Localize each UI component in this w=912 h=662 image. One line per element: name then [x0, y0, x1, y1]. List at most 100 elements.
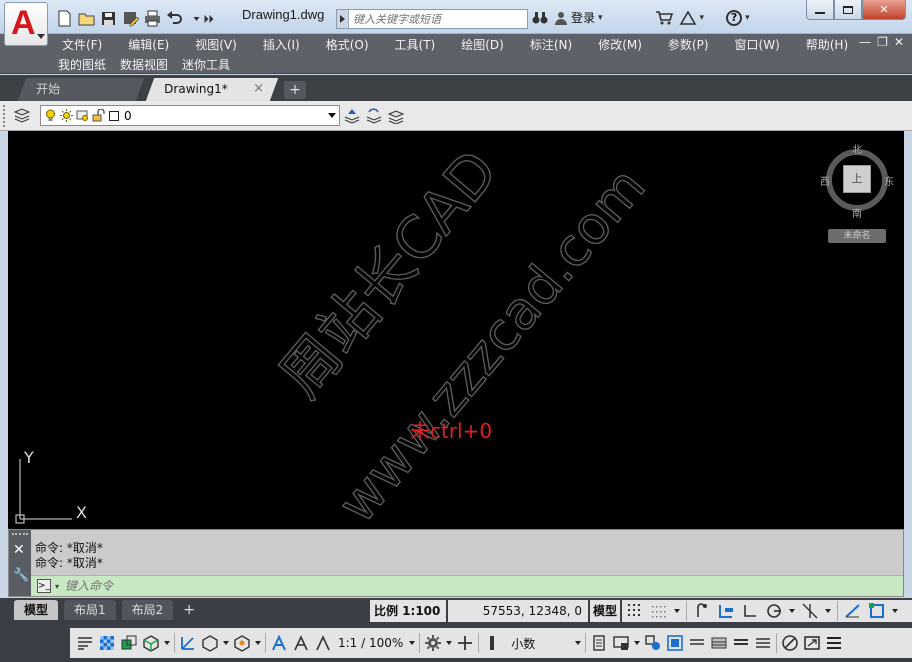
- customization-menu-icon[interactable]: [825, 634, 843, 652]
- clean-screen-left-icon[interactable]: [688, 634, 706, 652]
- ortho-icon[interactable]: [741, 602, 759, 620]
- open-folder-icon[interactable]: [78, 10, 95, 27]
- wrench-icon[interactable]: 🔧: [13, 568, 29, 583]
- signin-dropdown-icon[interactable]: ▾: [598, 13, 603, 23]
- no-symbol-icon[interactable]: [781, 634, 799, 652]
- toolbar-grip[interactable]: [3, 105, 6, 127]
- help-dropdown-icon[interactable]: ▾: [745, 13, 750, 23]
- annotation-monitor-icon[interactable]: [456, 634, 474, 652]
- compass-west[interactable]: 西: [820, 173, 830, 188]
- recent-commands-dropdown-icon[interactable]: ▾: [55, 582, 59, 591]
- cart-icon[interactable]: [655, 10, 673, 25]
- undo-icon[interactable]: [166, 10, 183, 27]
- lightbulb-icon[interactable]: [44, 109, 57, 122]
- binoculars-icon[interactable]: [532, 11, 548, 25]
- maximize-button[interactable]: [834, 0, 862, 20]
- layer-previous-icon[interactable]: [366, 108, 382, 124]
- 3d-osnap-dropdown-icon[interactable]: [164, 641, 170, 645]
- annotation-scale-icon[interactable]: [314, 634, 332, 652]
- command-prompt-icon[interactable]: >_: [37, 579, 51, 593]
- doc-restore-icon[interactable]: ❐: [877, 35, 888, 49]
- annotation-scale-dropdown-icon[interactable]: [409, 641, 416, 645]
- clean-screen-right-icon[interactable]: [732, 634, 750, 652]
- snap-dropdown-icon[interactable]: [674, 609, 680, 613]
- menu-edit[interactable]: 编辑(E): [128, 36, 169, 53]
- polar-tracking-icon[interactable]: [765, 602, 783, 620]
- tab-close-icon[interactable]: ×: [253, 78, 264, 100]
- menu-dimension[interactable]: 标注(N): [530, 36, 572, 53]
- sun-icon[interactable]: [60, 109, 73, 122]
- dynamic-ucs-icon[interactable]: [179, 634, 197, 652]
- application-menu-button[interactable]: A: [4, 2, 48, 46]
- menu-tools[interactable]: 工具(T): [395, 36, 436, 53]
- help-button[interactable]: ? ▾: [726, 9, 750, 26]
- layer-dropdown[interactable]: 0: [40, 105, 340, 126]
- menu-modify[interactable]: 修改(M): [598, 36, 642, 53]
- auto-scale-icon[interactable]: [292, 634, 310, 652]
- layer-dropdown-arrow-icon[interactable]: [325, 106, 339, 125]
- compass-north[interactable]: 北: [852, 141, 862, 156]
- selection-cycling-icon[interactable]: [120, 634, 138, 652]
- viewport-freeze-icon[interactable]: [76, 109, 89, 122]
- save-as-icon[interactable]: [122, 10, 139, 27]
- close-icon[interactable]: ✕: [13, 542, 25, 558]
- transparency-icon[interactable]: [98, 634, 116, 652]
- dynamic-input-icon[interactable]: [717, 602, 735, 620]
- selection-filter-dropdown-icon[interactable]: [223, 641, 229, 645]
- workspace-dropdown-icon[interactable]: [446, 641, 453, 645]
- save-icon[interactable]: [100, 10, 117, 27]
- close-button[interactable]: ✕: [862, 0, 906, 20]
- tab-layout1[interactable]: 布局1: [64, 600, 116, 620]
- fullscreen-icon[interactable]: [803, 634, 821, 652]
- object-snap-tracking-icon[interactable]: [844, 602, 862, 620]
- search-expand-icon[interactable]: [337, 10, 349, 28]
- command-input[interactable]: [65, 579, 766, 593]
- selection-filter-icon[interactable]: [201, 634, 219, 652]
- unlock-icon[interactable]: [92, 109, 105, 122]
- command-line[interactable]: >_ ▾: [31, 575, 903, 596]
- lock-ui-icon[interactable]: [612, 634, 630, 652]
- wcs-menu[interactable]: 未命名: [828, 229, 886, 243]
- undo-dropdown-icon[interactable]: [188, 10, 200, 27]
- annotation-scale-value[interactable]: 1:1 / 100%: [338, 636, 403, 650]
- viewcube-top-face[interactable]: 上: [843, 165, 871, 193]
- add-layout-button[interactable]: +: [179, 600, 199, 620]
- menu-window[interactable]: 窗口(W): [735, 36, 780, 53]
- search-box[interactable]: [336, 9, 528, 29]
- model-space-toggle[interactable]: 模型: [590, 600, 620, 622]
- signin-button[interactable]: 登录 ▾: [554, 9, 603, 26]
- annotation-visibility-icon[interactable]: [270, 634, 288, 652]
- menu-insert[interactable]: 插入(I): [263, 36, 300, 53]
- menu-draw[interactable]: 绘图(D): [461, 36, 504, 53]
- gizmo-icon[interactable]: [233, 634, 251, 652]
- isometric-dropdown-icon[interactable]: [825, 609, 831, 613]
- object-snap-dropdown-icon[interactable]: [892, 609, 898, 613]
- graphics-performance-icon[interactable]: [754, 634, 772, 652]
- menu-view[interactable]: 视图(V): [195, 36, 237, 53]
- tab-layout2[interactable]: 布局2: [121, 600, 174, 620]
- isometric-icon[interactable]: [801, 602, 819, 620]
- compass-south[interactable]: 南: [852, 205, 862, 220]
- menu-format[interactable]: 格式(O): [326, 36, 369, 53]
- drawing-canvas[interactable]: 周站长CAD www.zzzcad.com 未ctrl+0 Y X 北 南 西 …: [8, 131, 904, 529]
- search-input[interactable]: [349, 10, 525, 28]
- doc-minimize-icon[interactable]: —: [859, 35, 871, 49]
- print-icon[interactable]: [144, 10, 161, 27]
- menu-my-drawings[interactable]: 我的图纸: [58, 56, 106, 73]
- 3d-osnap-icon[interactable]: [142, 634, 160, 652]
- menu-mini-tools[interactable]: 迷你工具: [182, 56, 230, 73]
- tab-drawing1[interactable]: Drawing1* ×: [145, 78, 279, 101]
- redo-more-icon[interactable]: [201, 10, 214, 27]
- doc-close-icon[interactable]: ✕: [894, 35, 904, 49]
- menu-help[interactable]: 帮助(H): [806, 36, 848, 53]
- tab-start[interactable]: 开始: [17, 78, 145, 101]
- layer-properties-icon[interactable]: [13, 108, 31, 124]
- tab-model[interactable]: 模型: [14, 600, 59, 620]
- polar-dropdown-icon[interactable]: [789, 609, 795, 613]
- gizmo-dropdown-icon[interactable]: [255, 641, 261, 645]
- units-value[interactable]: 小数: [511, 635, 571, 652]
- hatch-icon[interactable]: [710, 634, 728, 652]
- snap-icon[interactable]: [650, 602, 668, 620]
- units-icon[interactable]: [483, 634, 501, 652]
- viewcube[interactable]: 北 南 西 东 上 未命名: [816, 137, 898, 247]
